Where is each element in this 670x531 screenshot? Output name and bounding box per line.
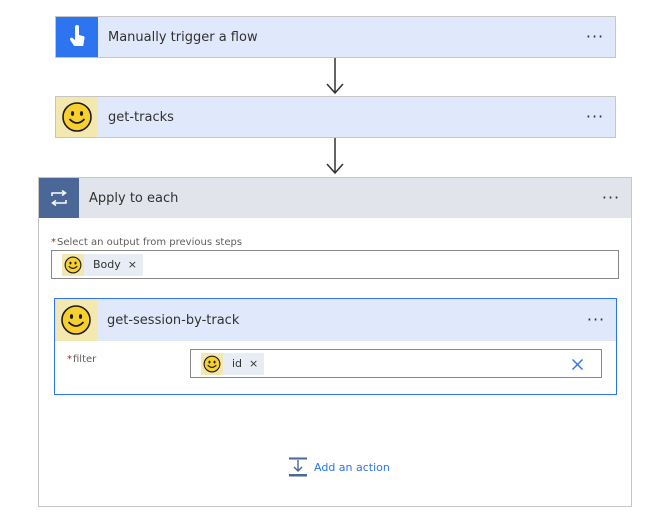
trigger-card[interactable]: Manually trigger a flow ··· — [55, 16, 616, 58]
remove-token-button[interactable]: × — [249, 357, 258, 370]
remove-token-button[interactable]: × — [128, 258, 137, 271]
required-marker: * — [51, 237, 56, 248]
more-options-button[interactable]: ··· — [575, 29, 615, 45]
touch-hand-icon — [56, 17, 98, 57]
add-action-icon — [289, 457, 307, 477]
get-session-by-track-title: get-session-by-track — [107, 312, 240, 328]
trigger-title: Manually trigger a flow — [108, 29, 258, 45]
get-session-by-track-card: get-session-by-track ··· *filter id × — [54, 298, 617, 395]
add-action-label: Add an action — [314, 460, 390, 474]
id-token-label: id — [232, 357, 243, 370]
required-marker: * — [67, 354, 72, 365]
id-token[interactable]: id × — [201, 352, 265, 375]
loop-icon — [39, 178, 79, 218]
apply-to-each-header[interactable]: Apply to each ··· — [39, 178, 631, 218]
output-input[interactable]: Body × — [51, 250, 619, 279]
add-action-button[interactable]: Add an action — [288, 457, 390, 477]
body-token-label: Body — [93, 258, 121, 271]
smiley-icon — [56, 97, 98, 137]
get-tracks-title: get-tracks — [108, 109, 174, 125]
get-tracks-card[interactable]: get-tracks ··· — [55, 96, 616, 138]
connector-arrow — [326, 138, 344, 175]
connector-arrow — [326, 58, 344, 95]
clear-icon[interactable] — [572, 359, 583, 370]
more-options-button[interactable]: ··· — [591, 190, 631, 206]
apply-to-each-title: Apply to each — [89, 190, 179, 206]
more-options-button[interactable]: ··· — [576, 312, 616, 328]
body-token[interactable]: Body × — [62, 253, 143, 276]
output-field-label: *Select an output from previous steps — [51, 237, 243, 248]
smiley-icon — [62, 253, 84, 276]
filter-field-label: *filter — [67, 354, 97, 365]
more-options-button[interactable]: ··· — [575, 109, 615, 125]
get-session-by-track-header[interactable]: get-session-by-track ··· — [55, 299, 616, 341]
apply-to-each-container: Apply to each ··· *Select an output from… — [38, 177, 632, 507]
smiley-icon — [55, 299, 97, 341]
filter-input[interactable]: id × — [190, 349, 602, 378]
smiley-icon — [201, 352, 223, 375]
